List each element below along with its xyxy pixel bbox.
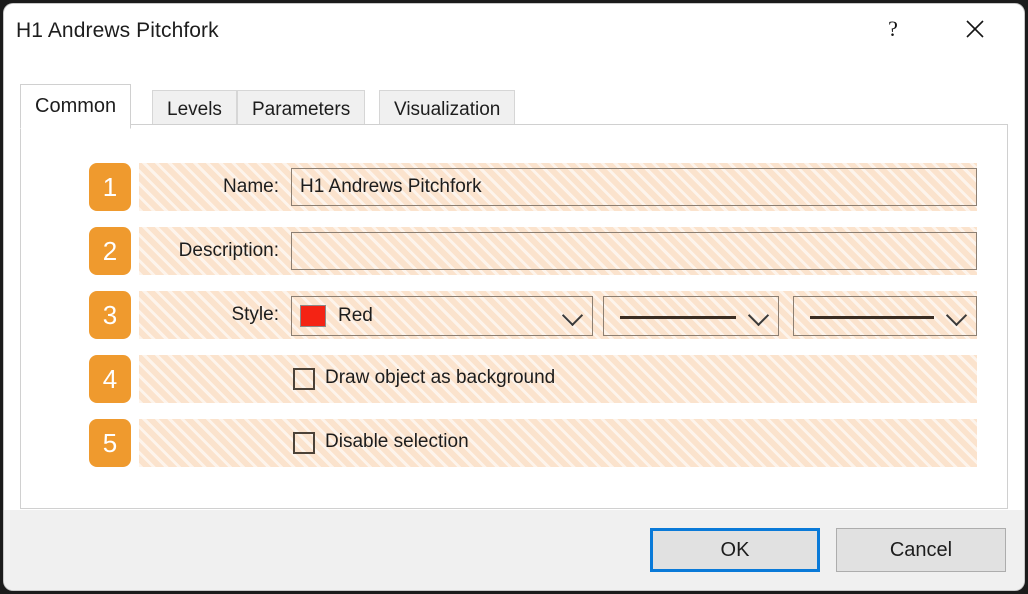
line-width-select[interactable] <box>793 296 977 336</box>
step-badge-3: 3 <box>89 291 131 339</box>
color-select[interactable]: Red <box>291 296 593 336</box>
step-badge-4: 4 <box>89 355 131 403</box>
line-style-select[interactable] <box>603 296 779 336</box>
disable-selection-checkbox[interactable] <box>293 432 315 454</box>
tab-levels[interactable]: Levels <box>152 90 237 128</box>
draw-as-background-checkbox[interactable] <box>293 368 315 390</box>
step-badge-2: 2 <box>89 227 131 275</box>
color-swatch-icon <box>300 305 326 327</box>
tab-parameters[interactable]: Parameters <box>237 90 366 128</box>
help-button[interactable]: ? <box>870 4 916 54</box>
tab-bar: Common Levels Parameters Visualization <box>20 84 1008 129</box>
chevron-down-icon <box>561 304 584 327</box>
question-mark-icon: ? <box>888 16 898 41</box>
ok-button[interactable]: OK <box>650 528 820 572</box>
step-badge-1: 1 <box>89 163 131 211</box>
dialog-footer: OK Cancel <box>4 510 1024 590</box>
close-icon <box>966 20 984 38</box>
description-label: Description: <box>178 240 279 261</box>
draw-as-background-label[interactable]: Draw object as background <box>325 367 555 389</box>
solid-line-icon <box>620 316 736 319</box>
cancel-button[interactable]: Cancel <box>836 528 1006 572</box>
chevron-down-icon <box>747 304 770 327</box>
row-disable-selection: 5 Disable selection <box>21 419 1009 467</box>
name-label: Name: <box>223 176 279 197</box>
row-style: 3 Style: Red <box>21 291 1009 339</box>
row-draw-as-background: 4 Draw object as background <box>21 355 1009 403</box>
row-description: 2 Description: <box>21 227 1009 275</box>
solid-line-icon <box>810 316 934 319</box>
description-input[interactable] <box>291 232 977 270</box>
dialog-window: H1 Andrews Pitchfork ? Common Levels Par… <box>4 4 1024 590</box>
tab-common[interactable]: Common <box>20 84 132 129</box>
name-input[interactable] <box>291 168 977 206</box>
disable-selection-label[interactable]: Disable selection <box>325 431 469 453</box>
close-button[interactable] <box>952 4 998 54</box>
row-highlight-5 <box>139 419 977 467</box>
row-name: 1 Name: <box>21 163 1009 211</box>
dialog-title: H1 Andrews Pitchfork <box>16 19 219 42</box>
color-select-value: Red <box>338 305 373 326</box>
row-highlight-4 <box>139 355 977 403</box>
tab-visualization[interactable]: Visualization <box>379 90 516 128</box>
title-bar: H1 Andrews Pitchfork ? <box>4 4 1024 62</box>
step-badge-5: 5 <box>89 419 131 467</box>
common-tab-panel: 1 Name: 2 Description: 3 Style: Red <box>20 124 1008 509</box>
chevron-down-icon <box>945 304 968 327</box>
style-label: Style: <box>231 304 279 325</box>
